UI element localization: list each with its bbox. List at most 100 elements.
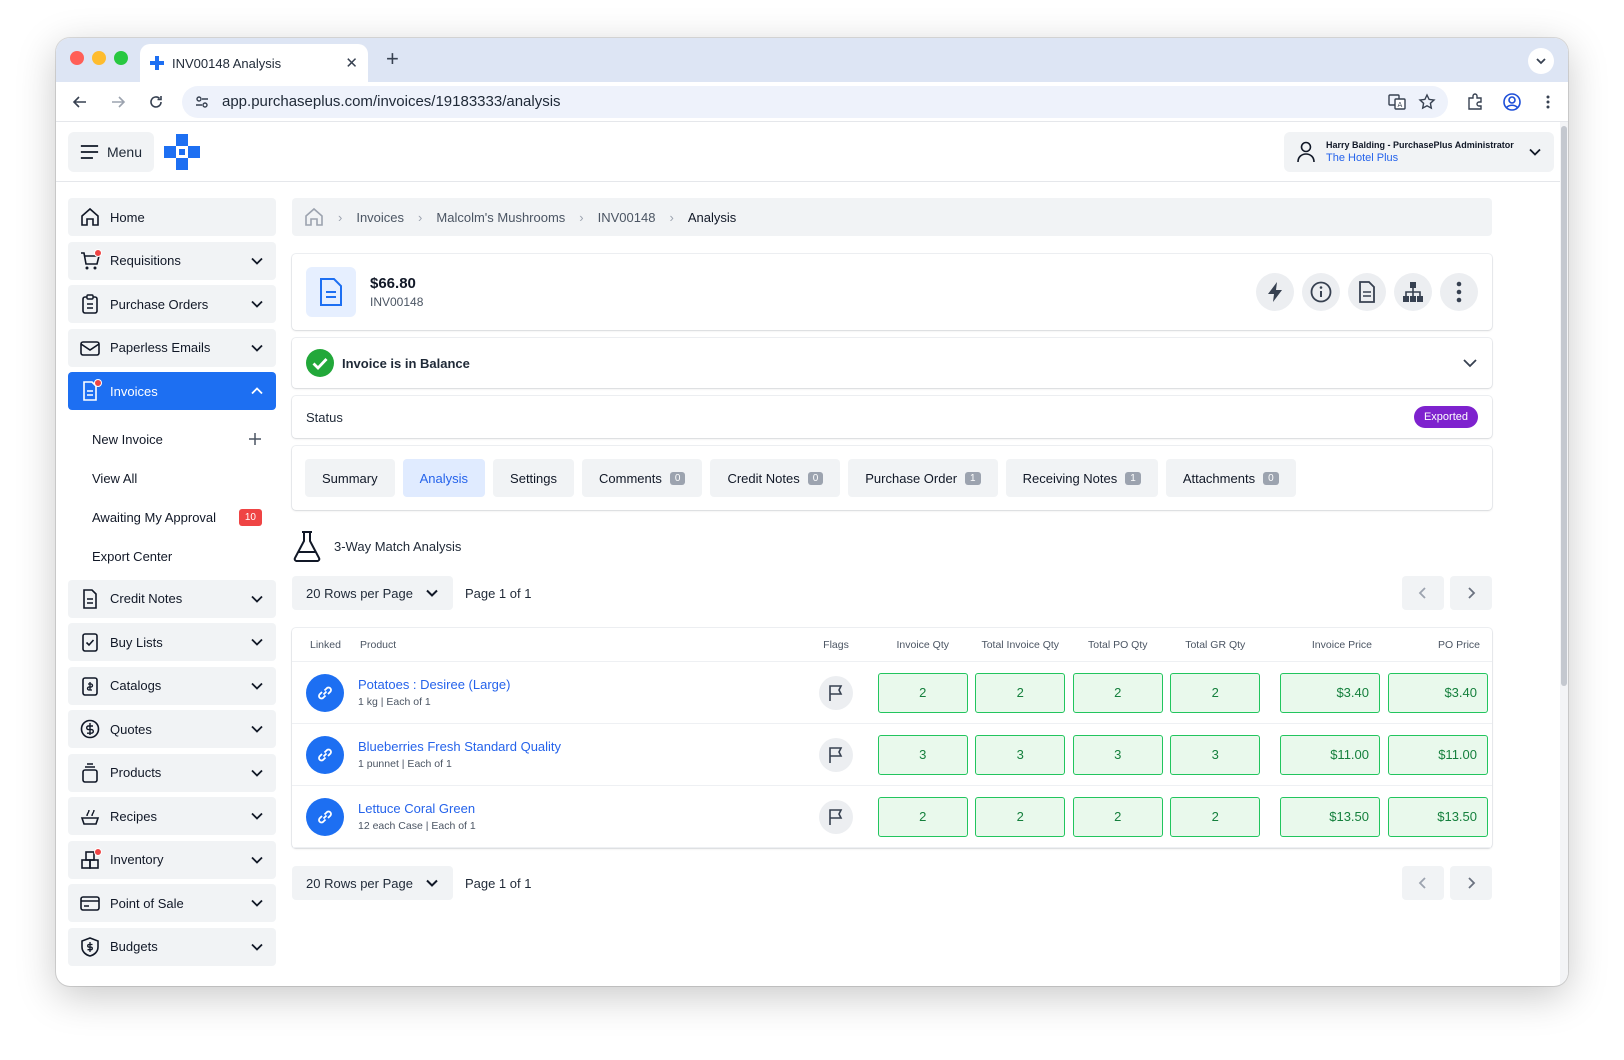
bookmark-star-icon[interactable] — [1418, 92, 1436, 111]
sidebar-item-point-of-sale[interactable]: Point of Sale — [68, 884, 276, 922]
link-button[interactable] — [306, 735, 344, 774]
actions-button[interactable] — [1256, 273, 1294, 311]
tab-purchase-order[interactable]: Purchase Order 1 — [848, 459, 998, 497]
tab-receiving-notes[interactable]: Receiving Notes 1 — [1005, 459, 1158, 497]
extensions-icon[interactable] — [1466, 92, 1484, 111]
sidebar: Home Requisitions Purchase Orders Paperl… — [68, 198, 276, 971]
menu-button[interactable]: Menu — [68, 132, 154, 172]
translate-icon[interactable]: A — [1388, 93, 1406, 111]
sidebar-item-budgets[interactable]: Budgets — [68, 927, 276, 966]
menu-label: Menu — [106, 144, 142, 160]
close-tab-icon[interactable]: ✕ — [345, 54, 358, 72]
user-menu[interactable]: Harry Balding - PurchasePlus Administrat… — [1284, 132, 1554, 172]
tab-comments[interactable]: Comments 0 — [582, 459, 703, 497]
more-options-button[interactable] — [1440, 273, 1478, 311]
sidebar-item-paperless-emails[interactable]: Paperless Emails — [68, 328, 276, 367]
breadcrumb-invoices[interactable]: Invoices — [356, 210, 404, 225]
submenu-awaiting-approval[interactable]: Awaiting My Approval 10 — [68, 498, 276, 537]
breadcrumb-supplier[interactable]: Malcolm's Mushrooms — [436, 210, 565, 225]
sidebar-item-recipes[interactable]: Recipes — [68, 797, 276, 835]
plus-icon[interactable] — [248, 432, 262, 446]
browser-tab[interactable]: INV00148 Analysis ✕ — [140, 44, 368, 82]
info-button[interactable] — [1302, 273, 1340, 311]
sidebar-item-credit-notes[interactable]: Credit Notes — [68, 579, 276, 618]
product-name-link[interactable]: Blueberries Fresh Standard Quality — [358, 739, 798, 754]
minimize-window-button[interactable] — [92, 51, 106, 65]
product-name-link[interactable]: Potatoes : Desiree (Large) — [358, 677, 798, 692]
balance-panel[interactable]: Invoice is in Balance — [292, 338, 1492, 388]
sidebar-item-home[interactable]: Home — [68, 198, 276, 236]
breadcrumb-invoice-number[interactable]: INV00148 — [598, 210, 656, 225]
sidebar-item-requisitions[interactable]: Requisitions — [68, 241, 276, 280]
breadcrumb-current: Analysis — [687, 209, 737, 225]
tab-count-badge: 0 — [807, 471, 824, 485]
maximize-window-button[interactable] — [114, 51, 128, 65]
tab-search-button[interactable] — [1528, 48, 1554, 74]
reload-button[interactable] — [144, 90, 168, 114]
pagination-top: 20 Rows per Page Page 1 of 1 — [292, 576, 1492, 610]
col-linked: Linked — [310, 638, 341, 651]
sidebar-item-invoices[interactable]: Invoices — [68, 372, 276, 410]
link-button[interactable] — [306, 797, 344, 836]
purchaseplus-logo[interactable] — [164, 134, 200, 173]
rows-per-page-select[interactable]: 20 Rows per Page — [292, 576, 453, 610]
page-scrollbar[interactable] — [1560, 122, 1568, 986]
previous-page-button[interactable] — [1402, 866, 1444, 900]
link-button[interactable] — [306, 673, 344, 712]
tab-settings[interactable]: Settings — [493, 459, 575, 497]
previous-page-button[interactable] — [1402, 576, 1444, 610]
next-page-button[interactable] — [1450, 866, 1492, 900]
submenu-new-invoice[interactable]: New Invoice — [68, 420, 276, 459]
chevron-down-icon — [251, 595, 263, 603]
print-document-button[interactable] — [1348, 273, 1386, 311]
product-name-link[interactable]: Lettuce Coral Green — [358, 801, 798, 816]
next-page-button[interactable] — [1450, 576, 1492, 610]
user-name: Harry Balding - PurchasePlus Administrat… — [1326, 140, 1514, 150]
address-bar[interactable]: app.purchaseplus.com/invoices/19183333/a… — [182, 85, 1448, 118]
product-description: 1 punnet | Each of 1 — [358, 758, 452, 770]
main-content: › Invoices › Malcolm's Mushrooms › INV00… — [292, 198, 1492, 900]
link-icon — [318, 810, 332, 823]
cart-icon — [80, 248, 102, 271]
more-vertical-icon — [1456, 281, 1462, 303]
hierarchy-button[interactable] — [1394, 273, 1432, 311]
sidebar-item-purchase-orders[interactable]: Purchase Orders — [68, 285, 276, 323]
back-button[interactable] — [68, 90, 92, 114]
more-vertical-icon[interactable] — [1540, 94, 1556, 110]
sidebar-item-quotes[interactable]: Quotes — [68, 710, 276, 748]
chevron-down-icon — [251, 769, 263, 777]
browser-toolbar: app.purchaseplus.com/invoices/19183333/a… — [56, 82, 1568, 122]
site-settings-icon[interactable] — [194, 94, 210, 110]
sidebar-item-inventory[interactable]: Inventory — [68, 840, 276, 879]
submenu-export-center[interactable]: Export Center — [68, 537, 276, 576]
info-icon — [1310, 281, 1332, 303]
tab-summary[interactable]: Summary — [305, 459, 395, 497]
tab-analysis[interactable]: Analysis — [402, 459, 486, 497]
total-po-qty-cell: 3 — [1072, 734, 1163, 775]
close-window-button[interactable] — [70, 51, 84, 65]
flag-button[interactable] — [819, 675, 853, 710]
chevron-down-icon — [251, 300, 263, 308]
invoice-qty-cell: 3 — [877, 734, 968, 775]
forward-button[interactable] — [106, 90, 130, 114]
invoice-header-card: $66.80 INV00148 — [292, 254, 1492, 330]
sidebar-item-buy-lists[interactable]: Buy Lists — [68, 623, 276, 661]
submenu-view-all[interactable]: View All — [68, 459, 276, 498]
sidebar-item-catalogs[interactable]: Catalogs — [68, 666, 276, 705]
po-price-cell: $3.40 — [1388, 672, 1488, 713]
profile-icon[interactable] — [1502, 92, 1522, 112]
sidebar-item-products[interactable]: Products — [68, 753, 276, 792]
hamburger-icon — [80, 145, 99, 159]
tab-credit-notes[interactable]: Credit Notes 0 — [710, 459, 841, 497]
flag-button[interactable] — [819, 737, 853, 772]
sidebar-item-label: Budgets — [110, 939, 158, 954]
scrollbar-thumb[interactable] — [1561, 126, 1567, 686]
flag-icon — [829, 684, 843, 701]
tab-label: Settings — [510, 470, 558, 486]
tab-attachments[interactable]: Attachments 0 — [1165, 459, 1296, 497]
flag-button[interactable] — [819, 799, 853, 834]
new-tab-button[interactable]: + — [386, 46, 399, 72]
rows-per-page-select[interactable]: 20 Rows per Page — [292, 866, 453, 900]
checklist-icon — [80, 632, 100, 652]
home-icon[interactable] — [304, 207, 324, 227]
